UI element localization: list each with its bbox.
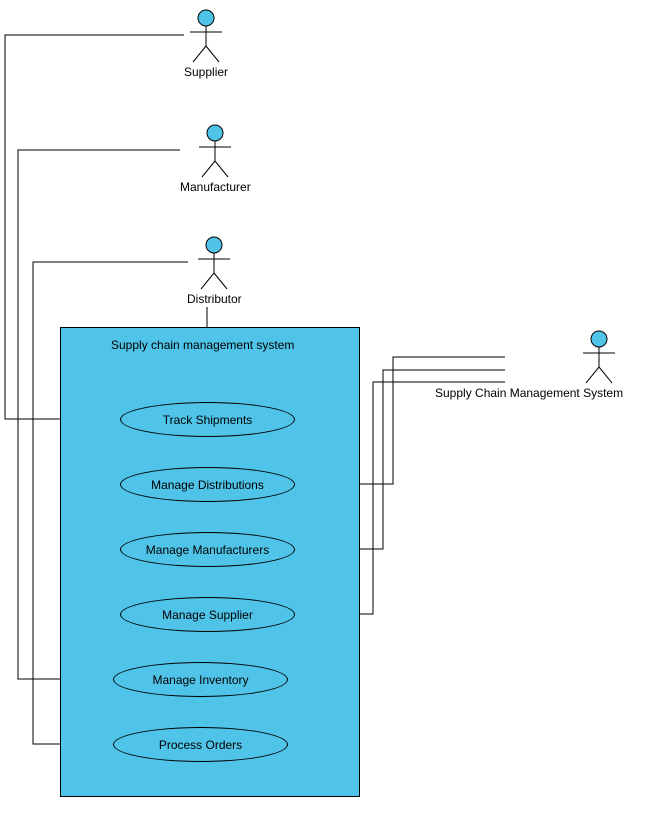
actor-label: Distributor: [187, 292, 242, 306]
usecase-label: Process Orders: [159, 738, 242, 752]
usecase-label: Manage Inventory: [152, 673, 248, 687]
diagram-canvas: Supply chain management system Track Shi…: [0, 0, 671, 832]
usecase-manage-distributions: Manage Distributions: [120, 467, 295, 502]
usecase-label: Manage Distributions: [151, 478, 264, 492]
actor-icon: [194, 123, 236, 178]
usecase-manage-inventory: Manage Inventory: [113, 662, 288, 697]
actor-manufacturer: Manufacturer: [180, 123, 251, 194]
usecase-process-orders: Process Orders: [113, 727, 288, 762]
usecase-label: Manage Manufacturers: [146, 543, 269, 557]
actor-icon: [185, 8, 227, 63]
usecase-manage-manufacturers: Manage Manufacturers: [120, 532, 295, 567]
actor-icon: [578, 329, 620, 384]
usecase-track-shipments: Track Shipments: [120, 402, 295, 437]
usecase-manage-supplier: Manage Supplier: [120, 597, 295, 632]
actor-scms: Supply Chain Management System: [505, 329, 671, 400]
actor-distributor: Distributor: [187, 235, 242, 306]
actor-label: Manufacturer: [180, 180, 251, 194]
actor-supplier: Supplier: [184, 8, 228, 79]
actor-label: Supply Chain Management System: [435, 386, 623, 400]
usecase-label: Manage Supplier: [162, 608, 253, 622]
usecase-label: Track Shipments: [163, 413, 253, 427]
actor-icon: [193, 235, 235, 290]
system-title: Supply chain management system: [111, 338, 294, 352]
actor-label: Supplier: [184, 65, 228, 79]
